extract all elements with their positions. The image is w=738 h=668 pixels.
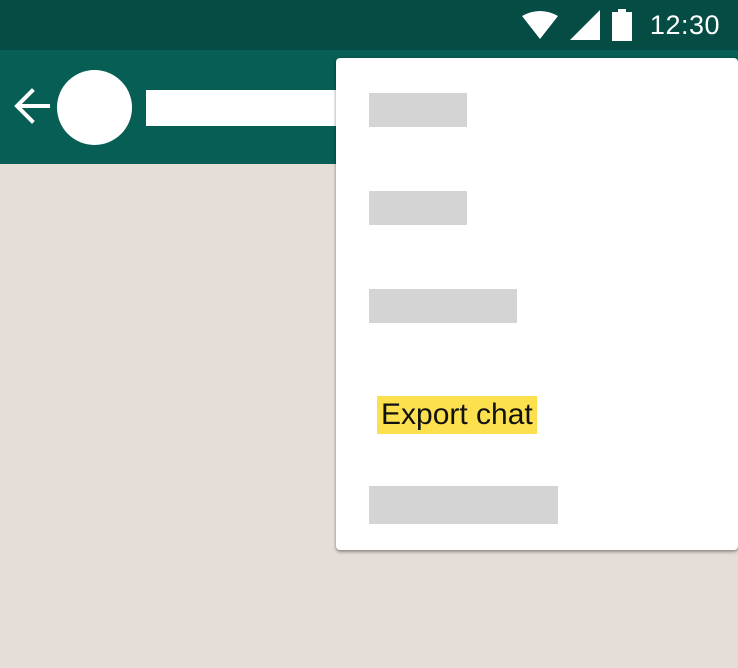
menu-item-label-placeholder [369,93,467,127]
menu-item-2[interactable] [336,156,738,254]
menu-item-3[interactable] [336,254,738,352]
wifi-icon [521,11,558,39]
menu-item-1[interactable] [336,58,738,156]
arrow-left-icon [14,88,50,124]
cellular-signal-icon [569,10,600,40]
menu-item-label-placeholder [369,289,517,323]
battery-icon [611,9,632,41]
export-chat-label: Export chat [377,396,537,434]
menu-item-label-placeholder [369,191,467,225]
menu-item-label-placeholder [369,486,558,524]
status-bar: 12:30 [0,0,738,50]
back-button[interactable] [12,86,52,126]
chat-screen: 12:30 Export chat [0,0,738,668]
contact-avatar[interactable] [57,70,132,145]
menu-item-5[interactable] [336,452,738,550]
status-icons: 12:30 [521,0,720,50]
contact-name-placeholder[interactable] [146,90,346,126]
status-time: 12:30 [649,9,720,40]
overflow-menu: Export chat [336,58,738,550]
